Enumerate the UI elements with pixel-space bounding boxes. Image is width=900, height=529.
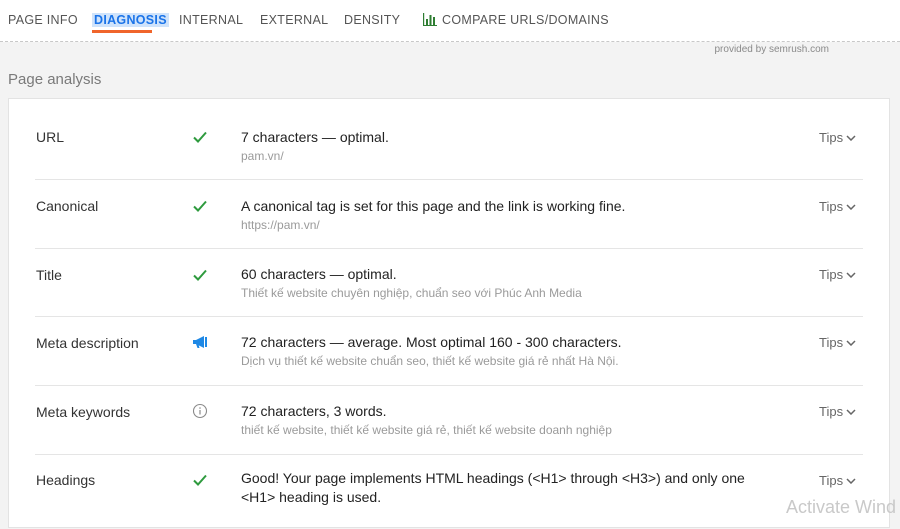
row-label: Meta keywords [36, 404, 131, 420]
activate-windows-watermark: Activate Wind [786, 497, 897, 517]
tab-diagnosis[interactable]: DIAGNOSIS [92, 13, 169, 27]
row-value: https://pam.vn/ [241, 218, 320, 232]
tab-internal[interactable]: INTERNAL [179, 13, 243, 27]
table-row-title: Title 60 characters — optimal. Thiết kế … [35, 249, 863, 317]
chevron-down-icon [846, 272, 856, 278]
analysis-card: URL 7 characters — optimal. pam.vn/ Tips… [8, 98, 890, 528]
row-result: Good! Your page implements HTML headings… [241, 470, 745, 505]
tips-label: Tips [819, 335, 844, 350]
tips-button[interactable]: Tips [819, 130, 856, 145]
table-row-meta-keywords: Meta keywords 72 characters, 3 words. th… [35, 386, 863, 455]
tips-label: Tips [819, 130, 844, 145]
row-label: Headings [36, 472, 96, 488]
check-icon [193, 474, 207, 486]
tips-button[interactable]: Tips [819, 267, 856, 282]
tab-compare-urls[interactable]: COMPARE URLS/DOMAINS [423, 13, 609, 27]
row-result: A canonical tag is set for this page and… [241, 198, 626, 214]
tips-button[interactable]: Tips [819, 199, 856, 214]
row-result: 7 characters — optimal. [241, 129, 389, 145]
tab-diagnosis-label: DIAGNOSIS [92, 13, 169, 27]
tab-external[interactable]: EXTERNAL [260, 13, 328, 27]
tips-label: Tips [819, 473, 844, 488]
tips-button[interactable]: Tips [819, 473, 856, 488]
tips-label: Tips [819, 199, 844, 214]
bar-chart-icon [423, 13, 437, 26]
row-label: Title [36, 267, 62, 283]
row-value: Dịch vụ thiết kế website chuẩn seo, thiế… [241, 354, 619, 368]
tips-label: Tips [819, 404, 844, 419]
check-icon [193, 269, 207, 281]
tips-button[interactable]: Tips [819, 404, 856, 419]
row-result: 72 characters — average. Most optimal 16… [241, 334, 622, 350]
chevron-down-icon [846, 409, 856, 415]
tab-page-info[interactable]: PAGE INFO [8, 13, 78, 27]
tab-density[interactable]: DENSITY [344, 13, 400, 27]
row-value: thiết kế website, thiết kế website giá r… [241, 423, 612, 437]
table-row-meta-description: Meta description 72 characters — average… [35, 317, 863, 386]
provided-by-text: provided by semrush.com [714, 44, 830, 55]
check-icon [193, 131, 207, 143]
active-tab-indicator [92, 30, 152, 33]
row-value: pam.vn/ [241, 149, 284, 163]
table-row-canonical: Canonical A canonical tag is set for thi… [35, 180, 863, 249]
table-row-headings: Headings Good! Your page implements HTML… [35, 455, 863, 529]
table-row-url: URL 7 characters — optimal. pam.vn/ Tips [35, 111, 863, 180]
page-title: Page analysis [8, 71, 102, 88]
chevron-down-icon [846, 340, 856, 346]
tips-button[interactable]: Tips [819, 335, 856, 350]
row-value: Thiết kế website chuyên nghiệp, chuẩn se… [241, 286, 582, 300]
chevron-down-icon [846, 204, 856, 210]
info-icon [192, 403, 208, 419]
row-label: URL [36, 129, 65, 145]
row-label: Meta description [36, 335, 139, 351]
row-result: 72 characters, 3 words. [241, 403, 387, 419]
megaphone-icon [193, 336, 207, 348]
tips-label: Tips [819, 267, 844, 282]
chevron-down-icon [846, 135, 856, 141]
top-nav: PAGE INFO DIAGNOSIS INTERNAL EXTERNAL DE… [0, 0, 900, 42]
chevron-down-icon [846, 478, 856, 484]
tab-compare-urls-label: COMPARE URLS/DOMAINS [442, 13, 609, 27]
row-result: 60 characters — optimal. [241, 266, 397, 282]
check-icon [193, 200, 207, 212]
row-label: Canonical [36, 198, 99, 214]
